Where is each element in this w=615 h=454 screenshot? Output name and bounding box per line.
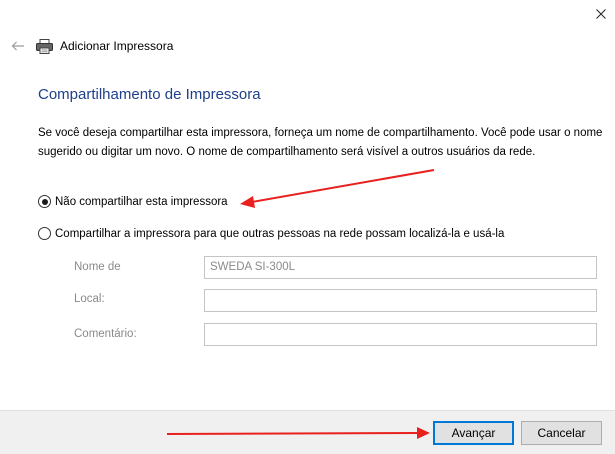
page-description: Se você deseja compartilhar esta impress… xyxy=(38,127,603,158)
printer-icon xyxy=(36,38,54,54)
radio-no-share-indicator[interactable] xyxy=(38,195,51,208)
radio-share-indicator[interactable] xyxy=(38,227,51,240)
share-name-field[interactable]: SWEDA SI-300L xyxy=(204,256,597,279)
close-icon xyxy=(596,9,606,19)
location-field[interactable] xyxy=(204,289,597,312)
radio-share[interactable]: Compartilhar a impressora para que outra… xyxy=(38,227,504,240)
cancel-button[interactable]: Cancelar xyxy=(521,421,602,445)
comment-label: Comentário: xyxy=(74,328,137,340)
window-header: Adicionar Impressora xyxy=(8,36,173,56)
back-arrow-icon xyxy=(11,41,24,51)
close-button[interactable] xyxy=(589,2,613,26)
page-title: Compartilhamento de Impressora xyxy=(38,86,261,103)
comment-field[interactable] xyxy=(204,323,597,346)
annotation-arrow-radio xyxy=(240,169,435,208)
location-label: Local: xyxy=(74,293,105,305)
radio-no-share-label: Não compartilhar esta impressora xyxy=(55,195,228,208)
next-button[interactable]: Avançar xyxy=(433,421,514,445)
radio-share-label: Compartilhar a impressora para que outra… xyxy=(55,227,505,240)
window-title: Adicionar Impressora xyxy=(60,39,174,53)
share-name-label: Nome de xyxy=(74,261,121,273)
radio-no-share[interactable]: Não compartilhar esta impressora xyxy=(38,195,228,208)
back-button[interactable] xyxy=(8,36,28,56)
